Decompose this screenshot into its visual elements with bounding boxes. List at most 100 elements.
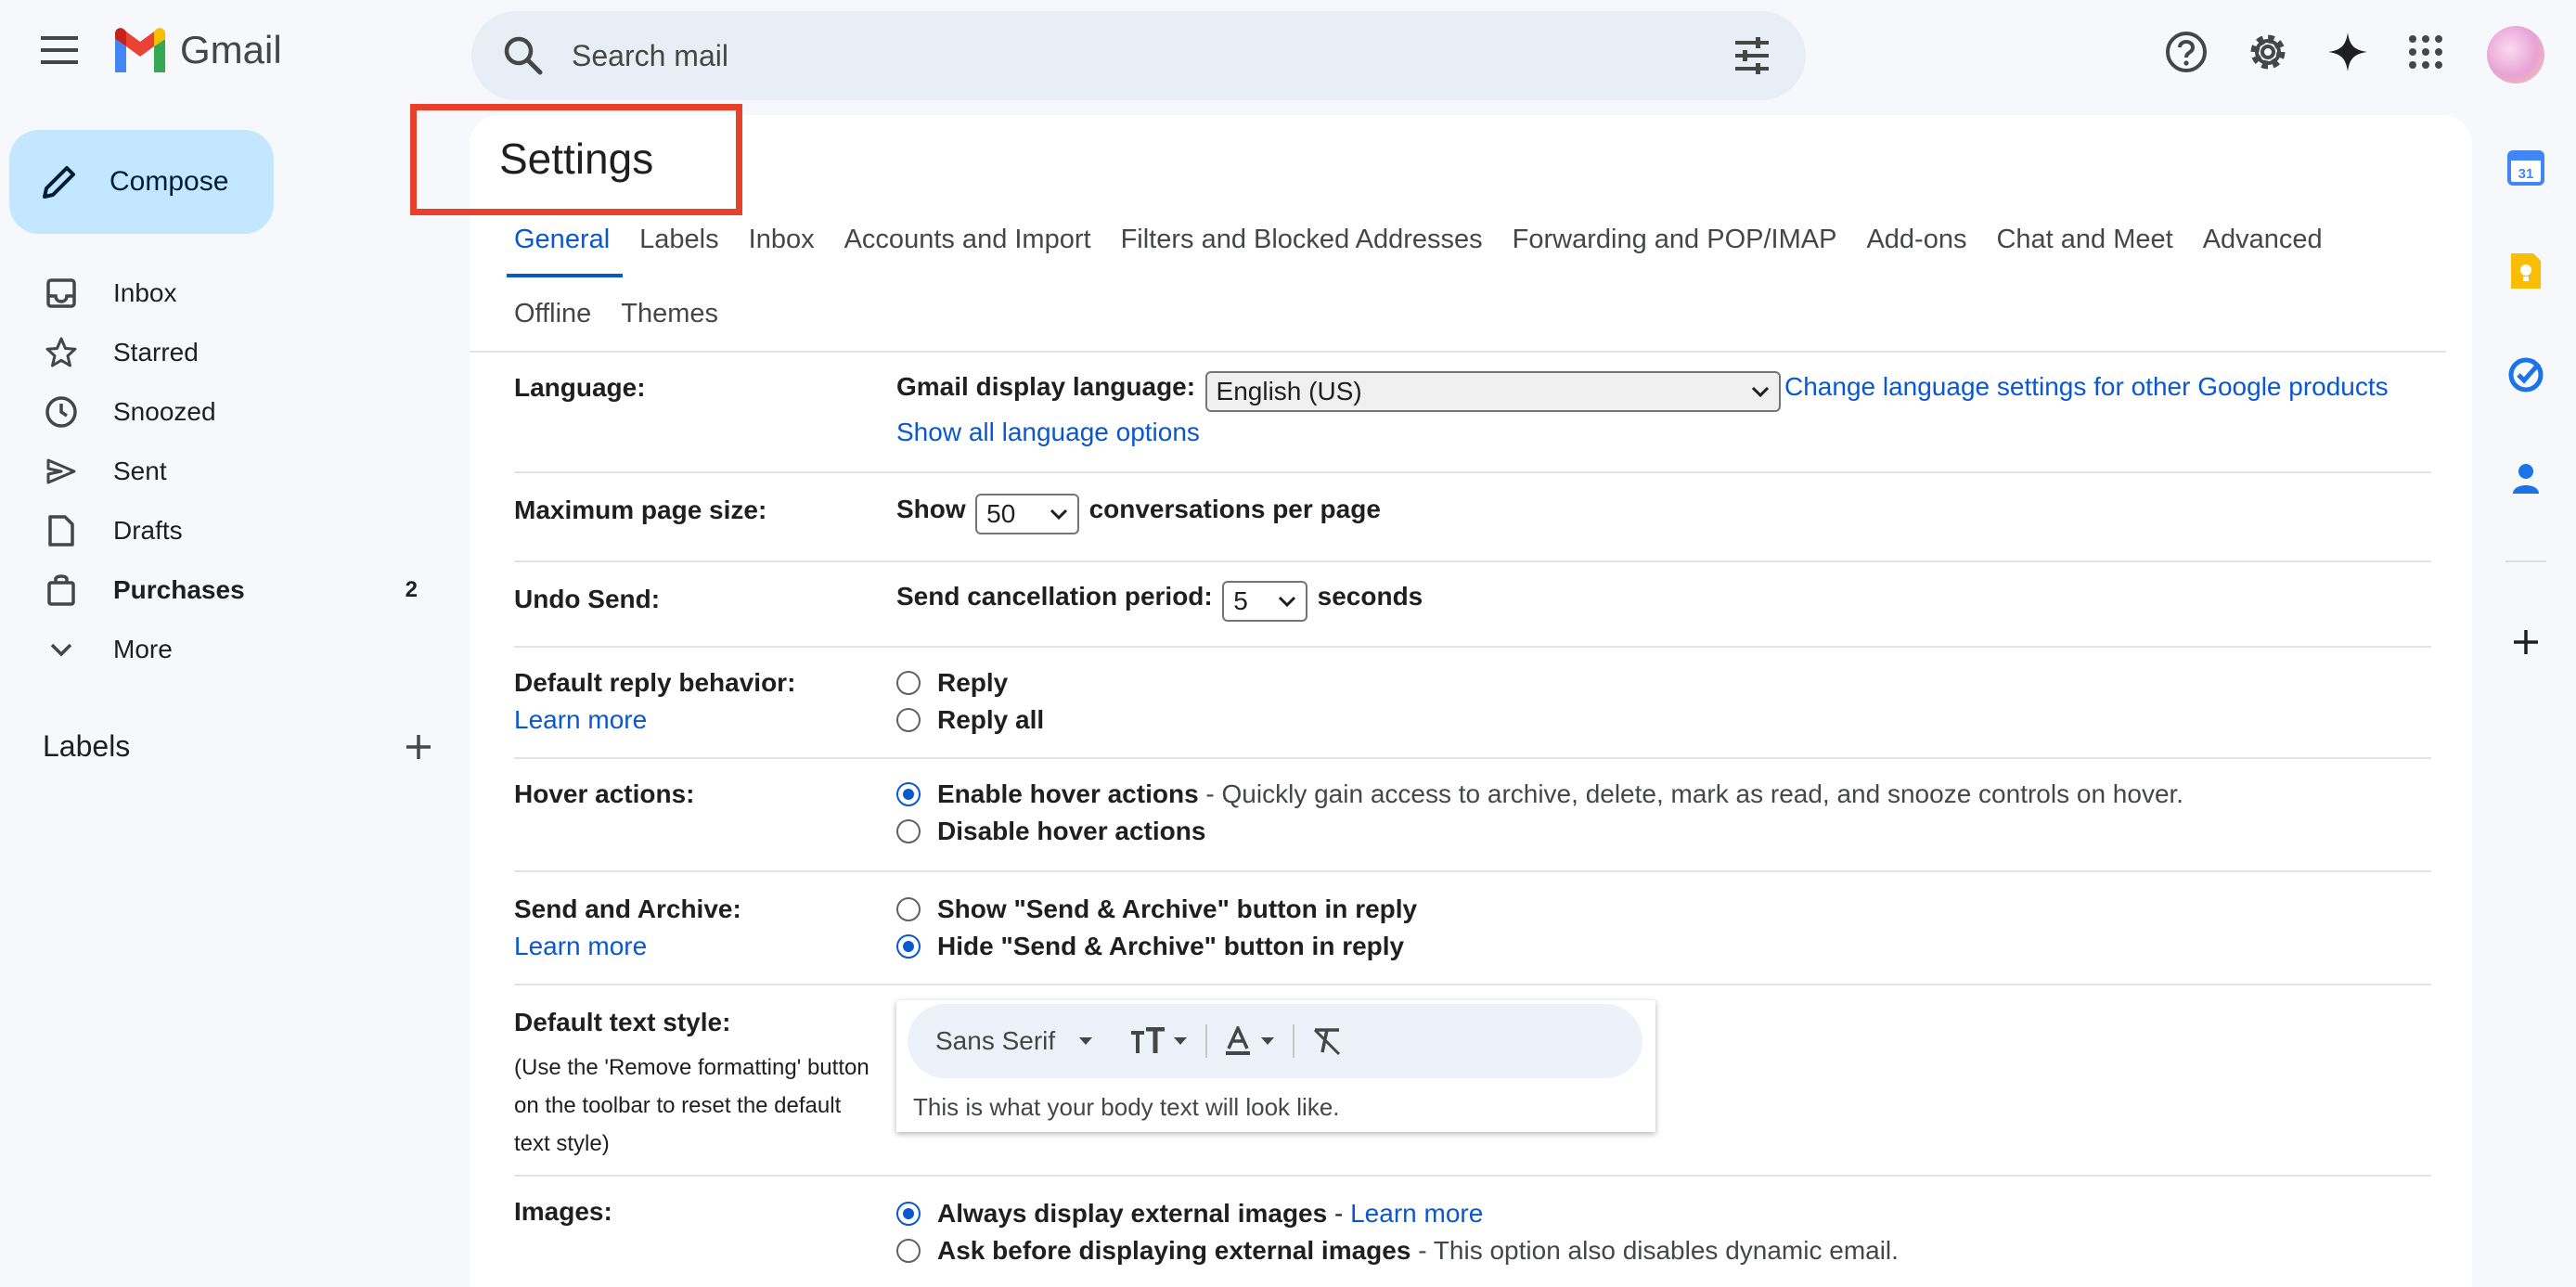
plus-icon [2514, 630, 2538, 654]
tab-labels[interactable]: Labels [639, 225, 718, 277]
support-button[interactable] [2162, 28, 2210, 76]
tab-inbox[interactable]: Inbox [749, 225, 815, 277]
sidebar-item-starred[interactable]: Starred [0, 323, 445, 382]
option-label: Always display external images [937, 1199, 1328, 1228]
search-options-icon[interactable] [1730, 33, 1774, 78]
settings-button[interactable] [2244, 28, 2292, 76]
gmail-logo[interactable]: Gmail [111, 28, 282, 72]
gemini-button[interactable] [2324, 28, 2372, 76]
option-label: Enable hover actions [937, 779, 1199, 808]
labels-heading: Labels [43, 729, 131, 763]
note-line: on the toolbar to reset the default [514, 1093, 842, 1118]
radio-button[interactable] [896, 1239, 921, 1263]
star-icon [43, 334, 80, 371]
ask-before-images-option[interactable]: Ask before displaying external images - … [896, 1232, 1899, 1269]
search-icon[interactable] [499, 32, 547, 80]
tab-general[interactable]: General [506, 225, 624, 277]
remove-formatting-icon[interactable] [1311, 1026, 1343, 1056]
search-bar[interactable] [471, 11, 1806, 100]
google-apps-button[interactable] [2402, 28, 2450, 76]
change-language-link[interactable]: Change language settings for other Googl… [1784, 372, 2389, 401]
sidebar-nav: Inbox Starred Snoozed Sent Drafts Purcha… [0, 264, 445, 679]
disable-hover-option[interactable]: Disable hover actions [896, 813, 2183, 850]
setting-row-language: Language: Gmail display language: Englis… [514, 367, 2431, 473]
settings-tabs-row-1: General Labels Inbox Accounts and Import… [506, 225, 2352, 277]
text-color-button[interactable] [1224, 1026, 1276, 1056]
setting-row-images: Images: Always display external images -… [514, 1177, 2431, 1287]
radio-button[interactable] [896, 934, 921, 959]
draft-icon [43, 512, 80, 549]
account-avatar[interactable] [2487, 26, 2544, 84]
caret-down-icon [1174, 1037, 1188, 1045]
radio-button[interactable] [896, 897, 921, 921]
contacts-app-button[interactable] [2504, 457, 2548, 501]
text-style-note: (Use the 'Remove formatting' button on t… [514, 1049, 869, 1163]
main-menu-button[interactable] [33, 24, 85, 76]
show-all-languages-link[interactable]: Show all language options [896, 418, 1200, 446]
tab-themes[interactable]: Themes [621, 299, 718, 352]
radio-button[interactable] [896, 708, 921, 732]
sidebar-item-drafts[interactable]: Drafts [0, 501, 445, 560]
cancellation-period-select[interactable]: 5 [1222, 581, 1308, 622]
reply-learn-more-link[interactable]: Learn more [514, 705, 647, 735]
page-size-select[interactable]: 50 [975, 494, 1080, 534]
send-archive-options: Show "Send & Archive" button in reply Hi… [896, 891, 1417, 965]
font-family-dropdown[interactable]: Sans Serif [935, 1026, 1094, 1056]
sidebar-item-sent[interactable]: Sent [0, 442, 445, 501]
font-size-button[interactable] [1129, 1027, 1189, 1055]
font-family-value: Sans Serif [935, 1026, 1056, 1055]
option-description: - Quickly gain access to archive, delete… [1205, 779, 2184, 808]
compose-button[interactable]: Compose [9, 130, 274, 234]
tab-accounts-and-import[interactable]: Accounts and Import [844, 225, 1091, 277]
tab-advanced[interactable]: Advanced [2203, 225, 2323, 277]
setting-row-default-text-style: Default text style: (Use the 'Remove for… [514, 985, 2431, 1177]
setting-label: Default reply behavior: [514, 668, 796, 697]
text-size-icon [1131, 1027, 1166, 1053]
setting-row-default-reply: Default reply behavior: Learn more Reply… [514, 648, 2431, 759]
tasks-app-button[interactable] [2504, 353, 2548, 397]
setting-row-send-and-archive: Send and Archive: Learn more Show "Send … [514, 872, 2431, 985]
radio-button[interactable] [896, 1202, 921, 1226]
tab-forwarding[interactable]: Forwarding and POP/IMAP [1513, 225, 1837, 277]
page-size-suffix: conversations per page [1088, 495, 1381, 524]
images-learn-more-link[interactable]: Learn more [1350, 1199, 1483, 1229]
radio-button[interactable] [896, 671, 921, 695]
always-display-images-option[interactable]: Always display external images - Learn m… [896, 1195, 1899, 1232]
sidebar-item-snoozed[interactable]: Snoozed [0, 382, 445, 442]
apps-grid-icon [2409, 35, 2442, 69]
enable-hover-option[interactable]: Enable hover actions - Quickly gain acce… [896, 776, 2183, 813]
tab-offline[interactable]: Offline [514, 299, 591, 352]
option-separator: - [1327, 1199, 1351, 1228]
sidebar-item-inbox[interactable]: Inbox [0, 264, 445, 323]
setting-label: Default text style: [514, 1008, 731, 1036]
tab-add-ons[interactable]: Add-ons [1866, 225, 1966, 277]
setting-row-undo-send: Undo Send: Send cancellation period: 5 s… [514, 562, 2431, 648]
setting-label: Images: [514, 1197, 612, 1226]
calendar-icon: 31 [2507, 150, 2544, 186]
tab-filters[interactable]: Filters and Blocked Addresses [1121, 225, 1483, 277]
setting-label: Send and Archive: [514, 894, 741, 923]
get-add-ons-button[interactable] [2504, 620, 2548, 664]
radio-button[interactable] [896, 819, 921, 843]
text-style-sample: This is what your body text will look li… [913, 1093, 1340, 1121]
send-icon [43, 453, 80, 490]
chevron-down-icon [1751, 386, 1769, 398]
sidebar-item-purchases[interactable]: Purchases 2 [0, 560, 445, 620]
search-input[interactable] [572, 30, 1685, 82]
sidebar-item-more[interactable]: More [0, 620, 445, 679]
show-send-archive-option[interactable]: Show "Send & Archive" button in reply [896, 891, 1417, 928]
tab-chat-and-meet[interactable]: Chat and Meet [1996, 225, 2172, 277]
language-select-value: English (US) [1216, 377, 1362, 405]
reply-all-option[interactable]: Reply all [896, 701, 1044, 739]
reply-option[interactable]: Reply [896, 664, 1044, 701]
language-select[interactable]: English (US) [1204, 371, 1781, 412]
calendar-app-button[interactable]: 31 [2504, 145, 2548, 189]
keep-app-button[interactable] [2504, 249, 2548, 293]
option-label: Show "Send & Archive" button in reply [937, 894, 1418, 923]
hide-send-archive-option[interactable]: Hide "Send & Archive" button in reply [896, 928, 1417, 965]
add-label-icon[interactable] [405, 733, 432, 761]
svg-text:31: 31 [2518, 166, 2534, 182]
radio-button[interactable] [896, 782, 921, 806]
sidebar-item-label: Sent [113, 457, 167, 485]
send-archive-learn-more-link[interactable]: Learn more [514, 932, 647, 961]
